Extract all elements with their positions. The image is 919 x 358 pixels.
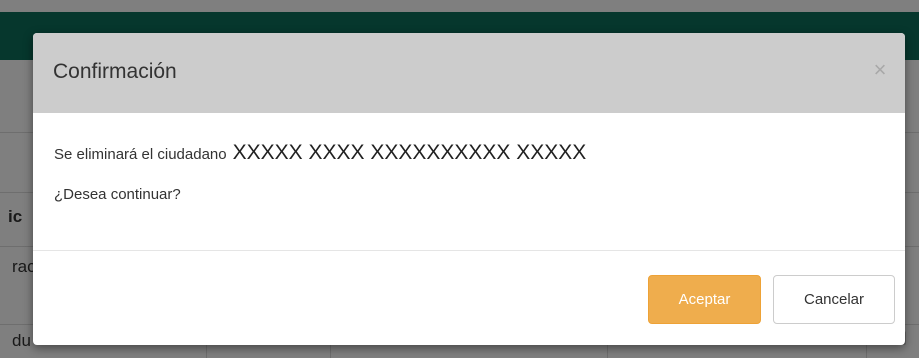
close-icon[interactable]: × [869,59,891,81]
confirmation-dialog: Confirmación × Se eliminará el ciudadano… [33,33,905,345]
dialog-title: Confirmación [53,60,177,83]
citizen-name: XXXXX XXXX XXXXXXXXXX XXXXX [232,141,587,164]
message-prefix: Se eliminará el ciudadano [54,146,227,163]
dialog-header: Confirmación × [33,33,905,113]
dialog-body: Se eliminará el ciudadano XXXXX XXXX XXXX… [33,113,905,250]
cancel-button[interactable]: Cancelar [773,275,895,324]
dialog-footer: Aceptar Cancelar [33,250,905,345]
continue-question: ¿Desea continuar? [54,186,181,203]
accept-button[interactable]: Aceptar [648,275,761,324]
confirmation-message: Se eliminará el ciudadano XXXXX XXXX XXXX… [54,141,586,165]
